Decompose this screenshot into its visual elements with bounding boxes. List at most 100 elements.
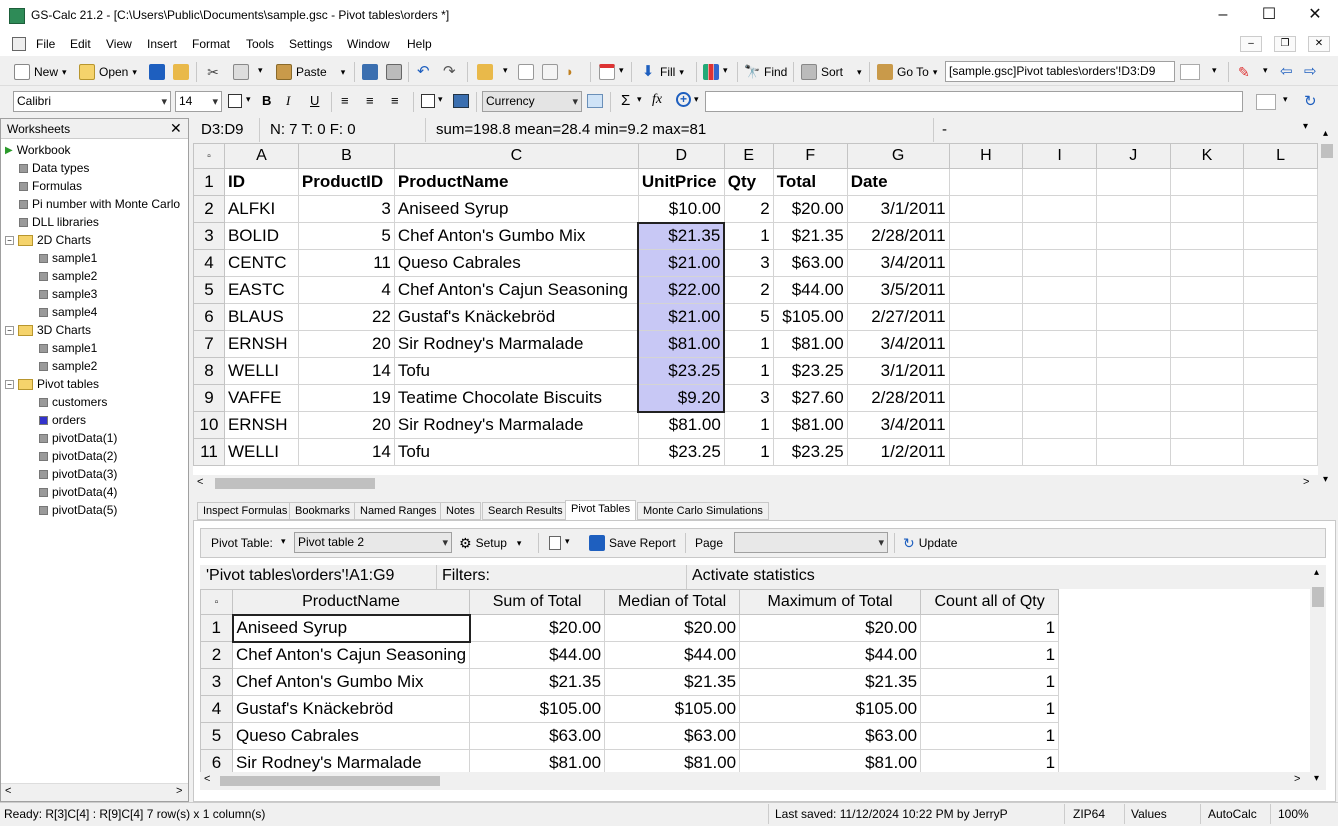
grid-cell[interactable]: 3 bbox=[723, 249, 774, 277]
pivot-cell[interactable]: $105.00 bbox=[739, 695, 922, 723]
grid-cell[interactable] bbox=[1022, 276, 1097, 304]
pivot-header-cell[interactable]: ProductName bbox=[231, 589, 471, 615]
grid-cell[interactable]: Teatime Chocolate Biscuits bbox=[393, 384, 639, 412]
grid-cell[interactable]: VAFFE bbox=[223, 384, 299, 412]
pivot-cell[interactable]: $21.35 bbox=[469, 668, 606, 696]
grid-cell[interactable] bbox=[1169, 276, 1245, 304]
font-size-select[interactable]: 14 bbox=[175, 91, 222, 112]
pivot-cell[interactable]: Queso Cabrales bbox=[231, 722, 471, 750]
grid-cell[interactable]: Queso Cabrales bbox=[393, 249, 639, 277]
calendar-icon[interactable] bbox=[599, 64, 615, 80]
align-right-icon[interactable]: ≡ bbox=[391, 93, 399, 108]
grid-cell[interactable] bbox=[1243, 276, 1318, 304]
tree-item-pivotdata1[interactable]: pivotData(1) bbox=[39, 431, 117, 445]
screen-icon[interactable] bbox=[362, 64, 378, 80]
grid-cell[interactable]: EASTC bbox=[223, 276, 299, 304]
grid-cell[interactable] bbox=[1022, 357, 1097, 385]
row-header[interactable]: 1 bbox=[193, 168, 225, 196]
format-painter-icon[interactable] bbox=[477, 64, 493, 80]
grid-cell[interactable] bbox=[1095, 303, 1171, 331]
column-header-a[interactable]: A bbox=[223, 143, 299, 169]
grid-cell[interactable]: $21.00 bbox=[637, 303, 726, 331]
tree-item-3d-sample1[interactable]: sample1 bbox=[39, 341, 97, 355]
align-center-icon[interactable]: ≡ bbox=[366, 93, 374, 108]
pivot-cell[interactable]: $44.00 bbox=[739, 641, 922, 669]
grid-cell[interactable]: BOLID bbox=[223, 222, 299, 250]
activate-statistics-label[interactable]: Activate statistics bbox=[692, 567, 815, 585]
border-icon[interactable] bbox=[228, 94, 242, 108]
arrow-left-icon[interactable]: ⇦ bbox=[1280, 64, 1296, 80]
grid-cell[interactable] bbox=[948, 357, 1024, 385]
grid-cell[interactable]: Sir Rodney's Marmalade bbox=[393, 411, 639, 439]
grid-cell[interactable]: $9.20 bbox=[637, 384, 726, 413]
panel-close-icon[interactable]: ✕ bbox=[170, 120, 182, 137]
lock-icon[interactable] bbox=[173, 64, 189, 80]
grid-cell[interactable]: Qty bbox=[723, 168, 774, 196]
grid-cell[interactable] bbox=[1095, 195, 1171, 223]
grid-cell[interactable]: UnitPrice bbox=[637, 168, 725, 196]
pivot-header-cell[interactable]: Sum of Total bbox=[469, 589, 606, 615]
grid-cell[interactable]: 3/4/2011 bbox=[846, 411, 950, 439]
pivot-cell[interactable]: Aniseed Syrup bbox=[231, 613, 471, 643]
save-icon[interactable] bbox=[149, 64, 165, 80]
grid-cell[interactable]: $23.25 bbox=[637, 357, 726, 385]
status-zoom[interactable]: 100% bbox=[1278, 807, 1309, 821]
pivot-cell[interactable]: $21.35 bbox=[604, 668, 741, 696]
function-icon[interactable]: fx bbox=[652, 92, 662, 108]
grid-cell[interactable]: 4 bbox=[297, 276, 395, 304]
grid-cell[interactable] bbox=[1022, 222, 1097, 250]
grid-cell[interactable]: 2/28/2011 bbox=[846, 222, 950, 250]
menu-help[interactable]: Help bbox=[407, 37, 432, 51]
underline-button[interactable]: U bbox=[310, 93, 319, 108]
tree-item-pivotdata4[interactable]: pivotData(4) bbox=[39, 485, 117, 499]
pivot-row-header[interactable]: 3 bbox=[200, 668, 233, 696]
grid-cell[interactable]: $23.25 bbox=[637, 438, 725, 466]
row-header[interactable]: 6 bbox=[193, 303, 225, 331]
grid-cell[interactable] bbox=[1169, 357, 1245, 385]
grid-cell[interactable] bbox=[1095, 411, 1171, 439]
pivot-cell[interactable]: $81.00 bbox=[469, 749, 606, 772]
pivot-cell[interactable]: $81.00 bbox=[604, 749, 741, 772]
tree-item-data-types[interactable]: Data types bbox=[19, 161, 89, 175]
menu-settings[interactable]: Settings bbox=[289, 37, 332, 51]
grid-cell[interactable]: 3/1/2011 bbox=[846, 195, 950, 223]
grid-cell[interactable] bbox=[1243, 222, 1318, 250]
pivot-cell[interactable]: $44.00 bbox=[604, 641, 741, 669]
grid-cell[interactable]: 1 bbox=[723, 438, 774, 466]
grid-cell[interactable] bbox=[1022, 411, 1097, 439]
grid-cell[interactable]: $21.35 bbox=[637, 221, 726, 250]
grid-cell[interactable]: ProductName bbox=[393, 168, 639, 196]
sort-button[interactable]: Sort ▾ bbox=[801, 63, 862, 81]
goto-button[interactable]: Go To ▾ bbox=[877, 63, 937, 81]
column-header-e[interactable]: E bbox=[723, 143, 774, 169]
pivot-cell[interactable]: Chef Anton's Gumbo Mix bbox=[231, 668, 471, 696]
menu-file[interactable]: File bbox=[36, 37, 55, 51]
pivot-cell[interactable]: 1 bbox=[920, 749, 1060, 772]
grid-cell[interactable]: $44.00 bbox=[772, 276, 848, 304]
split-icon[interactable] bbox=[542, 64, 558, 80]
tab-notes[interactable]: Notes bbox=[440, 502, 481, 520]
grid-cell[interactable]: $22.00 bbox=[637, 276, 726, 304]
hscroll-thumb[interactable] bbox=[215, 478, 375, 489]
grid-cell[interactable]: $10.00 bbox=[637, 195, 725, 223]
grid-cell[interactable]: 20 bbox=[297, 411, 395, 439]
find-button[interactable]: 🔭 Find bbox=[744, 63, 787, 81]
grid-cell[interactable] bbox=[1095, 384, 1171, 412]
grid-cell[interactable]: 5 bbox=[723, 303, 774, 331]
pivot-table-select[interactable]: Pivot table 2 bbox=[294, 532, 452, 553]
arrow-right-icon[interactable]: ⇨ bbox=[1304, 64, 1320, 80]
grid-cell[interactable] bbox=[1243, 357, 1318, 385]
pivot-cell[interactable]: $81.00 bbox=[739, 749, 922, 772]
cut-icon[interactable]: ✂ bbox=[205, 64, 221, 80]
vscroll-thumb[interactable] bbox=[1321, 144, 1333, 158]
pivot-header-cell[interactable]: Median of Total bbox=[604, 589, 741, 615]
grid-cell[interactable] bbox=[1243, 384, 1318, 412]
pivot-cell[interactable]: 1 bbox=[920, 668, 1060, 696]
grid-cell[interactable]: Tofu bbox=[393, 357, 639, 385]
pivot-cell[interactable]: $20.00 bbox=[739, 614, 922, 642]
minimize-button[interactable]: – bbox=[1200, 0, 1246, 32]
setup-button[interactable]: ⚙ Setup ▾ bbox=[459, 534, 521, 552]
pivot-cell[interactable]: $63.00 bbox=[739, 722, 922, 750]
grid-cell[interactable] bbox=[1243, 303, 1318, 331]
menu-format[interactable]: Format bbox=[192, 37, 230, 51]
